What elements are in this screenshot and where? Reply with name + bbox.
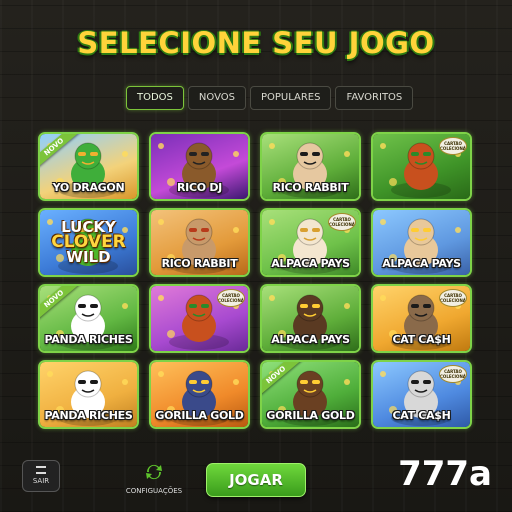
game-card[interactable]: LUCKY CLOVER WILD	[38, 208, 139, 277]
game-card[interactable]: ALPACA PAYS CARTÃO COLECIONÁVEL	[260, 208, 361, 277]
game-logo-title: LUCKY CLOVER WILD	[48, 220, 129, 265]
game-grid: YO DRAGON NOVO RICO DJ RICO RABBIT CARTÃO CO…	[38, 132, 472, 429]
game-title: PANDA RICHES	[44, 333, 133, 346]
game-card[interactable]: PANDA RICHES NOVO	[38, 284, 139, 353]
game-title: CAT CA$H	[392, 409, 451, 422]
game-title: YO DRAGON	[52, 181, 125, 194]
settings-label: CONFIGUAÇÕES	[125, 487, 183, 495]
collectible-badge: CARTÃO COLECIONÁVEL	[217, 289, 245, 307]
game-card[interactable]: YO DRAGON NOVO	[38, 132, 139, 201]
collectible-badge: CARTÃO COLECIONÁVEL	[439, 289, 467, 307]
game-logo-line: WILD	[66, 248, 111, 266]
filter-tabs: TODOS NOVOS POPULARES FAVORITOS	[126, 86, 414, 110]
game-title: ALPACA PAYS	[271, 257, 350, 270]
collectible-badge: CARTÃO COLECIONÁVEL	[328, 213, 356, 231]
exit-icon	[36, 466, 46, 474]
collectible-badge: CARTÃO COLECIONÁVEL	[439, 365, 467, 383]
game-title: GORILLA GOLD	[266, 409, 355, 422]
game-title: CAT CA$H	[392, 333, 451, 346]
game-card[interactable]: GORILLA GOLD	[149, 360, 250, 429]
bottom-bar: SAIR CONFIGUAÇÕES JOGAR 777a	[0, 452, 512, 512]
game-card[interactable]: RICO RABBIT	[260, 132, 361, 201]
game-title: ALPACA PAYS	[271, 333, 350, 346]
tab-todos[interactable]: TODOS	[126, 86, 184, 110]
game-card[interactable]: CARTÃO COLECIONÁVEL	[371, 132, 472, 201]
play-button[interactable]: JOGAR	[206, 463, 306, 497]
game-card[interactable]: CARTÃO COLECIONÁVEL	[149, 284, 250, 353]
game-title: GORILLA GOLD	[155, 409, 244, 422]
game-card[interactable]: RICO DJ	[149, 132, 250, 201]
game-title: RICO DJ	[177, 181, 222, 194]
game-card[interactable]: ALPACA PAYS	[371, 208, 472, 277]
settings-icon	[146, 464, 162, 480]
game-card[interactable]: CAT CA$H CARTÃO COLECIONÁVEL	[371, 284, 472, 353]
page-title: SELECIONE SEU JOGO	[77, 26, 435, 60]
game-card[interactable]: RICO RABBIT	[149, 208, 250, 277]
tab-favoritos[interactable]: FAVORITOS	[335, 86, 414, 110]
game-title: RICO RABBIT	[161, 257, 238, 270]
game-title: ALPACA PAYS	[382, 257, 461, 270]
tab-novos[interactable]: NOVOS	[187, 86, 246, 110]
game-title: PANDA RICHES	[44, 409, 133, 422]
game-card[interactable]: PANDA RICHES	[38, 360, 139, 429]
game-card[interactable]: GORILLA GOLD NOVO	[260, 360, 361, 429]
exit-label: SAIR	[32, 477, 50, 485]
game-title: RICO RABBIT	[272, 181, 349, 194]
collectible-badge: CARTÃO COLECIONÁVEL	[439, 137, 467, 155]
game-card[interactable]: CAT CA$H CARTÃO COLECIONÁVEL	[371, 360, 472, 429]
exit-button[interactable]: SAIR	[22, 460, 60, 492]
tab-populares[interactable]: POPULARES	[249, 86, 332, 110]
settings-button[interactable]: CONFIGUAÇÕES	[118, 460, 190, 495]
game-card[interactable]: ALPACA PAYS	[260, 284, 361, 353]
brand-logo: 777a	[398, 454, 492, 494]
